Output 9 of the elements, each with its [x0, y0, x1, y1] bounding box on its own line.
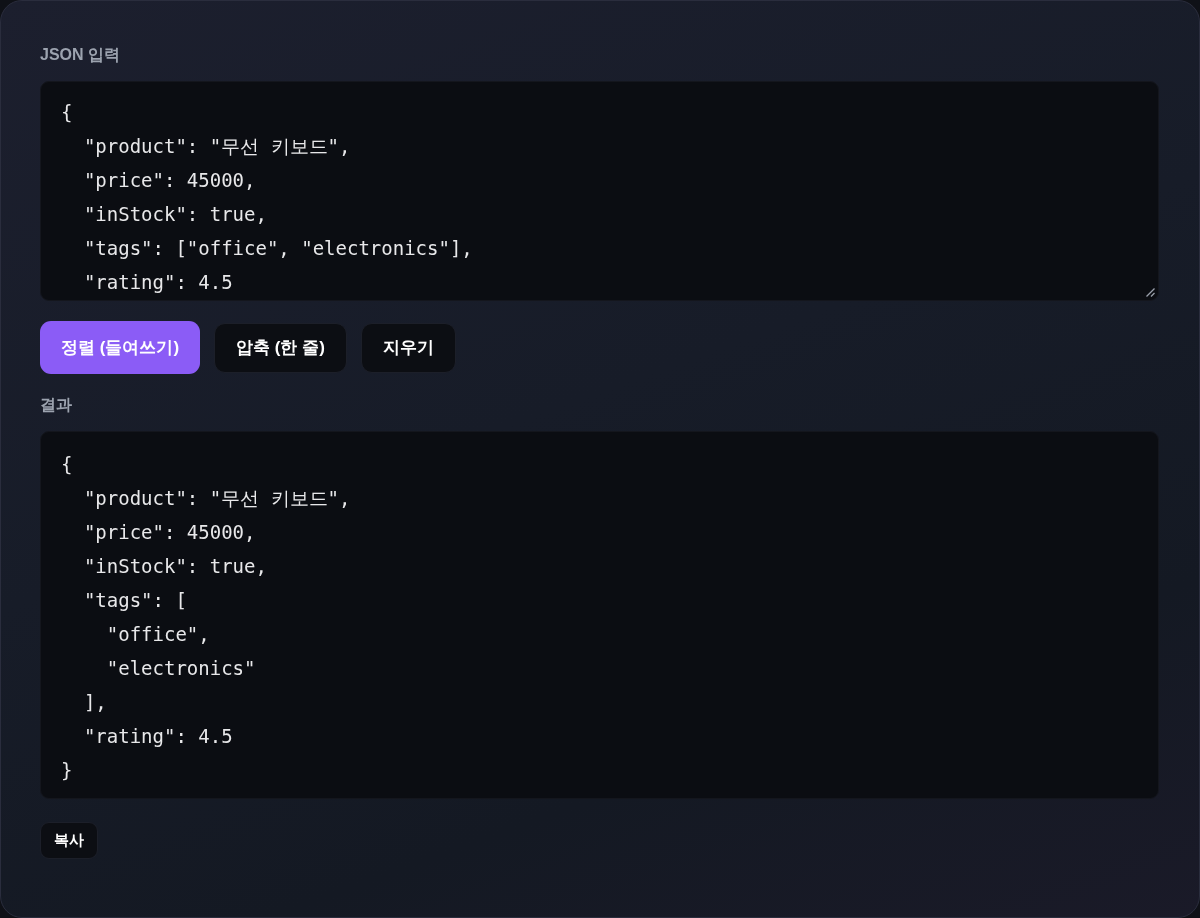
format-button[interactable]: 정렬 (들여쓰기): [40, 321, 201, 374]
result-label: 결과: [40, 395, 72, 415]
result-output: { "product": "무선 키보드", "price": 45000, "inStock": true, "tags": [ "office", "electronics" ], "rating": 4.5 }: [40, 431, 1159, 799]
json-input-field[interactable]: { "product": "무선 키보드", "price": 45000, "inStock": true, "tags": ["office", "electronics"], "rating": 4.5: [40, 81, 1159, 301]
action-button[interactable]: 압축 (한 줄): [214, 322, 347, 373]
action-button[interactable]: 지우기: [360, 322, 456, 373]
input-label: JSON 입력: [40, 45, 120, 65]
resize-handle-icon[interactable]: [1146, 288, 1155, 297]
copy-button[interactable]: 복사: [40, 822, 98, 859]
